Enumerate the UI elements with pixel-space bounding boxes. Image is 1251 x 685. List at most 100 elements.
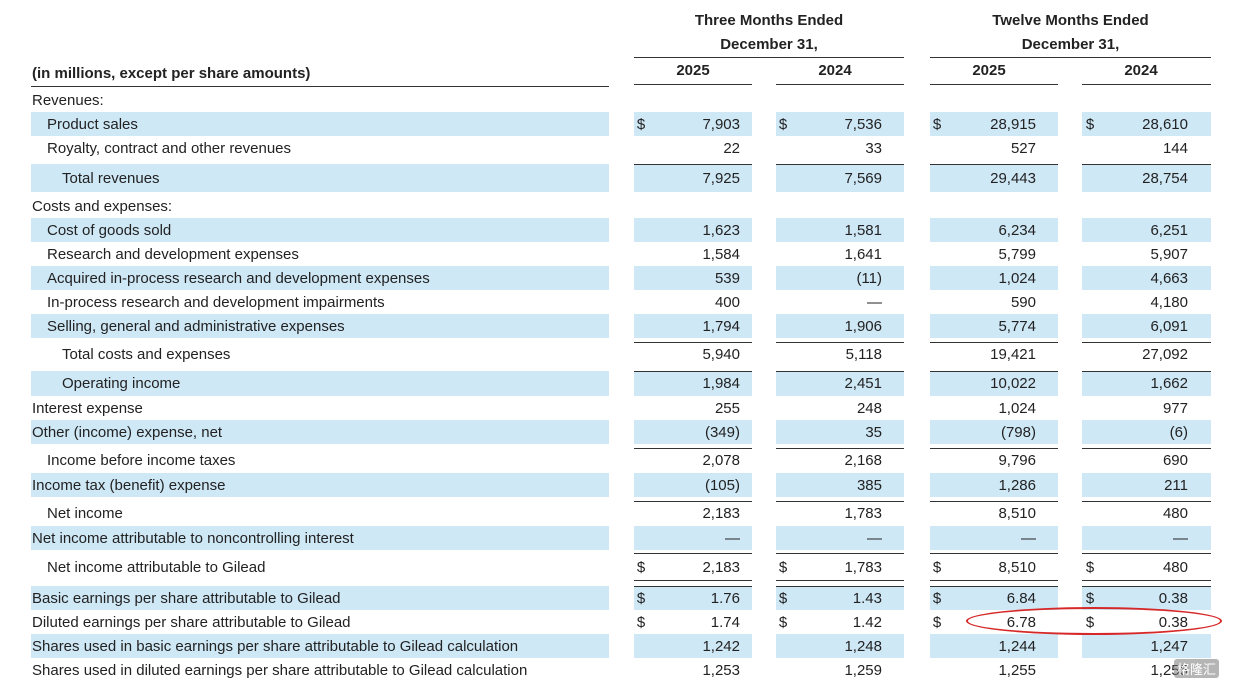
subtotal-rule — [930, 553, 1058, 554]
value-cell: 1,581 — [844, 222, 882, 239]
value-cell: 5,799 — [998, 246, 1036, 263]
value-cell: 1,906 — [844, 318, 882, 335]
value-cell: 7,903 — [702, 116, 740, 133]
value-cell: (11) — [856, 270, 882, 287]
subtotal-rule — [930, 586, 1058, 587]
value-cell: 480 — [1162, 505, 1188, 522]
value-cell: 690 — [1162, 452, 1188, 469]
row-label: Other (income) expense, net — [32, 424, 223, 441]
currency-symbol: $ — [932, 590, 942, 607]
year-header-q-2024: 2024 — [818, 62, 852, 79]
subtotal-rule — [930, 580, 1058, 581]
value-cell: 1,794 — [702, 318, 740, 335]
row-label: Total revenues — [62, 170, 160, 187]
value-cell: 5,118 — [845, 346, 882, 363]
value-cell: 248 — [856, 400, 882, 417]
value-cell: 9,796 — [998, 452, 1036, 469]
row-label: Acquired in-process research and develop… — [47, 270, 430, 287]
units-label: (in millions, except per share amounts) — [32, 65, 311, 82]
currency-symbol: $ — [778, 559, 788, 576]
highlight-ring — [966, 607, 1222, 635]
currency-symbol: $ — [1085, 116, 1095, 133]
subtotal-rule — [634, 501, 752, 502]
value-cell: 1.42 — [852, 614, 882, 631]
three-months-rule — [634, 57, 904, 58]
table-row: Royalty, contract and other revenues 22 33… — [0, 136, 1251, 160]
year-rule — [776, 84, 904, 85]
subtotal-rule — [634, 164, 752, 165]
value-cell: 6,091 — [1150, 318, 1188, 335]
table-row: Net income 2,183 1,783 8,510 480 — [0, 501, 1251, 525]
table-row: Net income attributable to Gilead $2,183 $… — [0, 553, 1251, 581]
table-row: Selling, general and administrative expe… — [0, 314, 1251, 338]
currency-symbol: $ — [636, 614, 646, 631]
subtotal-rule — [1082, 501, 1211, 502]
year-header-q-2025: 2025 — [676, 62, 710, 79]
table-row: Acquired in-process research and develop… — [0, 266, 1251, 290]
value-cell: 1,984 — [702, 375, 740, 392]
row-label: Costs and expenses: — [32, 198, 173, 215]
value-cell: 35 — [865, 424, 882, 441]
value-cell: 400 — [714, 294, 740, 311]
value-cell: 22 — [723, 140, 740, 157]
currency-symbol: $ — [778, 116, 788, 133]
row-label: Interest expense — [32, 400, 143, 417]
value-cell: 7,925 — [702, 170, 740, 187]
subtotal-rule — [776, 553, 904, 554]
value-cell: 4,663 — [1150, 270, 1188, 287]
value-cell: 2,183 — [702, 505, 740, 522]
row-label: Cost of goods sold — [47, 222, 172, 239]
value-cell: 2,451 — [844, 375, 882, 392]
value-cell: 1,783 — [844, 559, 882, 576]
subtotal-rule — [1082, 371, 1211, 372]
row-label: Total costs and expenses — [62, 346, 231, 363]
subtotal-rule — [1082, 342, 1211, 343]
value-cell: — — [1173, 530, 1188, 547]
value-cell: 5,907 — [1150, 246, 1188, 263]
value-cell: 480 — [1162, 559, 1188, 576]
value-cell: 1.74 — [710, 614, 740, 631]
row-label: Income before income taxes — [47, 452, 236, 469]
value-cell: 1,242 — [702, 638, 740, 655]
subtotal-rule — [1082, 553, 1211, 554]
watermark-logo: 格隆汇 — [1174, 659, 1220, 678]
value-cell: 1,244 — [998, 638, 1036, 655]
subtotal-rule — [634, 580, 752, 581]
year-header-y-2025: 2025 — [972, 62, 1006, 79]
subtotal-rule — [776, 501, 904, 502]
table-row: Total costs and expenses 5,940 5,118 19,421… — [0, 342, 1251, 366]
value-cell: 539 — [714, 270, 740, 287]
value-cell: 6,234 — [998, 222, 1036, 239]
value-cell: 7,536 — [844, 116, 882, 133]
subtotal-rule — [634, 342, 752, 343]
year-header-y-2024: 2024 — [1124, 62, 1158, 79]
value-cell: 10,022 — [990, 375, 1036, 392]
three-months-date: December 31, — [720, 36, 818, 53]
value-cell: (6) — [1169, 424, 1188, 441]
currency-symbol: $ — [636, 590, 646, 607]
value-cell: 8,510 — [998, 505, 1036, 522]
value-cell: — — [725, 530, 740, 547]
value-cell: 27,092 — [1142, 346, 1188, 363]
value-cell: 2,078 — [702, 452, 740, 469]
twelve-months-date: December 31, — [1021, 36, 1120, 53]
subtotal-rule — [634, 553, 752, 554]
value-cell: 2,168 — [844, 452, 882, 469]
value-cell: 144 — [1162, 140, 1188, 157]
subtotal-rule — [930, 164, 1058, 165]
row-label: In-process research and development impa… — [47, 294, 385, 311]
subtotal-rule — [1082, 164, 1211, 165]
units-rule — [31, 86, 609, 87]
row-label: Product sales — [47, 116, 138, 133]
table-row: Income before income taxes 2,078 2,168 9,79… — [0, 448, 1251, 472]
value-cell: 29,443 — [990, 170, 1036, 187]
subtotal-rule — [930, 448, 1058, 449]
subtotal-rule — [776, 586, 904, 587]
currency-symbol: $ — [778, 590, 788, 607]
value-cell: 1,024 — [998, 270, 1036, 287]
value-cell: 1,662 — [1150, 375, 1188, 392]
currency-symbol: $ — [636, 116, 646, 133]
value-cell: 1,259 — [844, 662, 882, 679]
table-row: Income tax (benefit) expense (105) 385 1,28… — [0, 473, 1251, 497]
currency-symbol: $ — [932, 614, 942, 631]
